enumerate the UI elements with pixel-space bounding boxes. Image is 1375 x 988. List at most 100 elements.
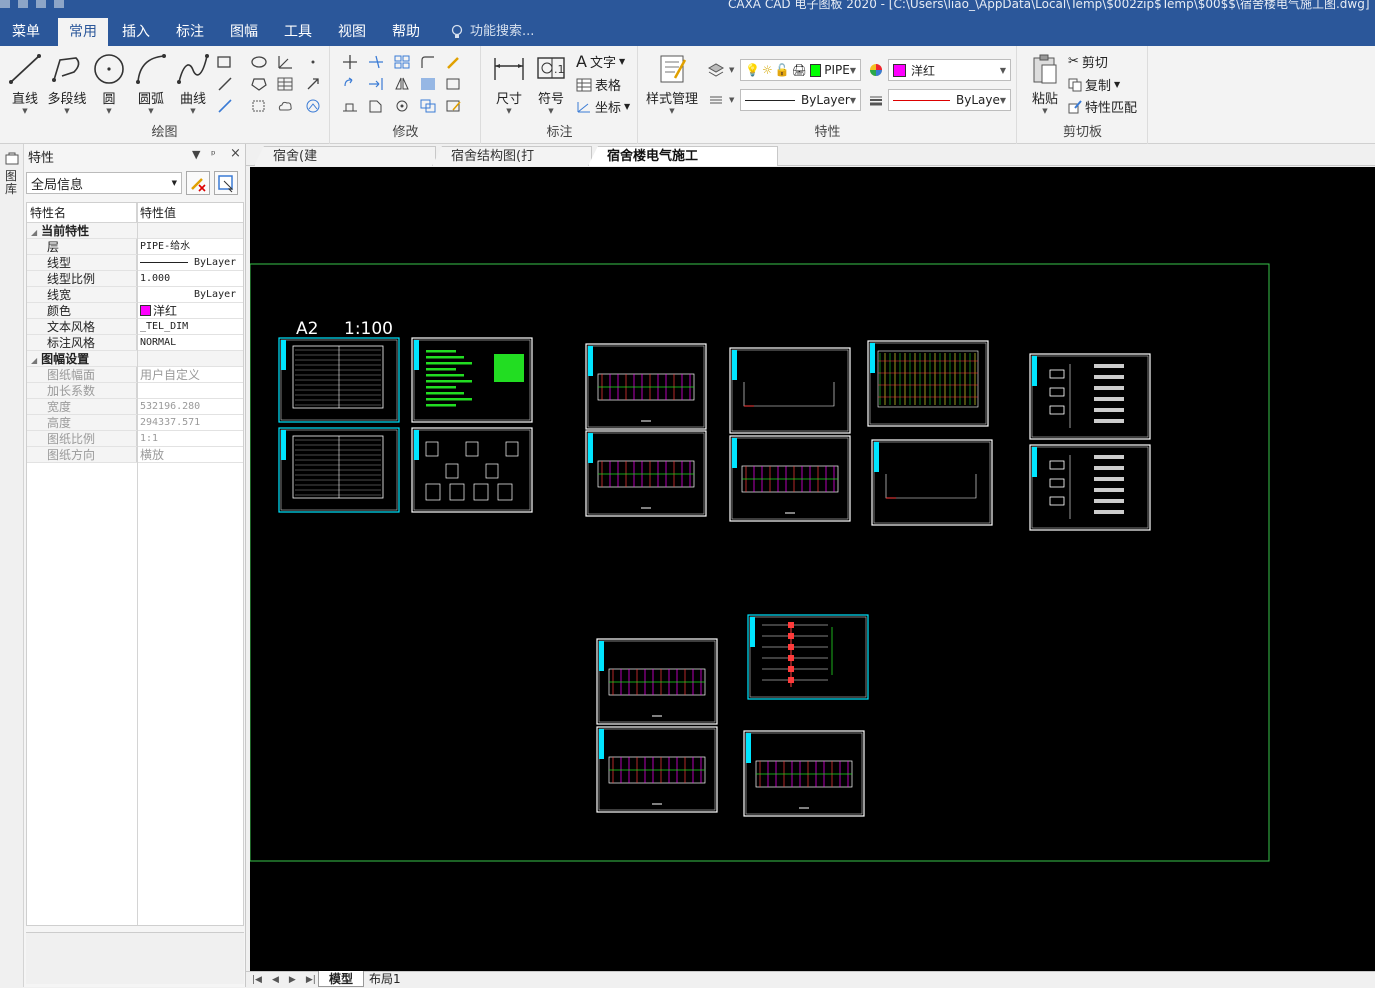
property-row-color[interactable]: 颜色 洋红	[27, 303, 243, 319]
drawing-canvas[interactable]: A2 1:100	[250, 167, 1375, 971]
array-icon[interactable]	[393, 54, 411, 70]
section-sheet-settings[interactable]: ◢ 图幅设置	[27, 351, 243, 367]
paste-button[interactable]: 粘贴 ▼	[1022, 52, 1068, 115]
property-row-layer[interactable]: 层 PIPE-给水	[27, 239, 243, 255]
layer-combo[interactable]: 💡 ☼ 🔓 🖨 PIPE ▼	[740, 59, 861, 81]
tab-model[interactable]: 模型	[318, 971, 365, 987]
property-row-linetype-scale[interactable]: 线型比例 1.000	[27, 271, 243, 287]
image-icon[interactable]	[304, 98, 322, 114]
rectangle-icon[interactable]	[216, 54, 234, 70]
next-layout-icon[interactable]: ▶	[289, 972, 296, 988]
qat-icon[interactable]	[18, 0, 28, 8]
cloud-icon[interactable]	[276, 98, 294, 114]
tab-layout1[interactable]: 布局1	[359, 971, 411, 987]
property-row-extend-factor[interactable]: 加长系数	[27, 383, 243, 399]
arc-button[interactable]: 圆弧 ▼	[128, 52, 174, 115]
brush-icon[interactable]	[445, 54, 463, 70]
line-button[interactable]: 直线 ▼	[2, 52, 48, 115]
doc-tab-structure[interactable]: 宿舍结构图(打图).dwg	[432, 146, 592, 166]
tab-common[interactable]: 常用	[58, 18, 108, 46]
panel-menu-icon[interactable]: ▼	[192, 148, 200, 161]
property-row-text-style[interactable]: 文本风格 _TEL_DIM	[27, 319, 243, 335]
tab-menu[interactable]: 菜单	[2, 18, 50, 46]
property-row-orientation[interactable]: 图纸方向 横放	[27, 447, 243, 463]
angle-line-icon[interactable]	[276, 54, 294, 70]
qat-icon[interactable]	[54, 0, 64, 8]
refresh-icon[interactable]	[393, 98, 411, 114]
hatch-icon[interactable]	[216, 76, 234, 92]
symbol-button[interactable]: .1 符号 ▼	[528, 52, 574, 115]
layer-manager-icon[interactable]	[707, 62, 725, 78]
tab-tools[interactable]: 工具	[274, 18, 322, 46]
property-row-linetype[interactable]: 线型 ByLayer	[27, 255, 243, 271]
tab-insert[interactable]: 插入	[112, 18, 160, 46]
arrow-icon[interactable]	[304, 76, 322, 92]
explode-icon[interactable]	[445, 76, 463, 92]
polygon-icon[interactable]	[250, 76, 268, 92]
copy-object-icon[interactable]	[419, 98, 437, 114]
feature-search[interactable]: 功能搜索...	[450, 18, 534, 46]
move-icon[interactable]	[341, 54, 359, 70]
select-objects-button[interactable]	[214, 171, 238, 195]
linetype-arrow[interactable]: ▼	[729, 96, 734, 104]
block-icon[interactable]	[250, 98, 268, 114]
table-draw-icon[interactable]	[276, 76, 294, 92]
text-button[interactable]: A 文字 ▼	[576, 52, 625, 71]
tab-sheet[interactable]: 图幅	[220, 18, 268, 46]
dimension-button[interactable]: 尺寸 ▼	[486, 52, 532, 115]
tab-view[interactable]: 视图	[328, 18, 376, 46]
library-tab[interactable]: 图库	[5, 170, 19, 196]
point-icon[interactable]	[304, 54, 322, 70]
tab-help[interactable]: 帮助	[382, 18, 430, 46]
stretch-icon[interactable]	[341, 98, 359, 114]
library-icon[interactable]	[4, 152, 20, 166]
layer-manager-arrow[interactable]: ▼	[729, 66, 734, 74]
polyline-button[interactable]: 多段线 ▼	[44, 52, 90, 115]
lineweight-combo[interactable]: ByLaye ▼	[888, 89, 1011, 111]
mirror-icon[interactable]	[393, 76, 411, 92]
doc-tab-electrical[interactable]: 宿舍楼电气施工图.dwg×	[588, 146, 778, 166]
curve-button[interactable]: 曲线 ▼	[170, 52, 216, 115]
scope-select[interactable]: 全局信息 ▼	[26, 172, 182, 194]
sheet-content	[445, 463, 459, 479]
property-row-sheet-size[interactable]: 图纸幅面 用户自定义	[27, 367, 243, 383]
property-row-lineweight[interactable]: 线宽 ByLayer	[27, 287, 243, 303]
trim-icon[interactable]	[367, 54, 385, 70]
offset-icon[interactable]	[367, 98, 385, 114]
property-row-sheet-scale[interactable]: 图纸比例 1:1	[27, 431, 243, 447]
style-manager-icon	[660, 55, 687, 83]
section-current-properties[interactable]: ◢ 当前特性	[27, 223, 243, 239]
prev-layout-icon[interactable]: ◀	[272, 972, 279, 988]
copy-button[interactable]: 复制 ▼	[1068, 75, 1120, 94]
close-icon[interactable]: ×	[230, 146, 241, 161]
property-row-height[interactable]: 高度 294337.571	[27, 415, 243, 431]
edit-icon[interactable]	[445, 98, 463, 114]
property-row-dim-style[interactable]: 标注风格 NORMAL	[27, 335, 243, 351]
lineweight-icon[interactable]	[867, 92, 885, 108]
last-layout-icon[interactable]: ▶|	[306, 972, 316, 988]
coordinate-button[interactable]: 坐标 ▼	[576, 97, 630, 116]
pin-icon[interactable]: ᵖ	[211, 148, 216, 161]
match-properties-button[interactable]: 特性匹配	[1068, 97, 1137, 116]
fillet-icon[interactable]	[419, 54, 437, 70]
cut-button[interactable]: ✂ 剪切	[1068, 52, 1108, 71]
linetype-icon[interactable]	[707, 92, 725, 108]
circle-button[interactable]: 圆 ▼	[86, 52, 132, 115]
rotate-icon[interactable]	[341, 76, 359, 92]
quick-select-button[interactable]	[186, 171, 210, 195]
construction-line-icon[interactable]	[216, 98, 234, 114]
tab-annotate[interactable]: 标注	[166, 18, 214, 46]
table-button[interactable]: 表格	[576, 75, 621, 94]
color-combo[interactable]: 洋红 ▼	[888, 59, 1011, 81]
linetype-combo[interactable]: ByLayer ▼	[740, 89, 861, 111]
first-layout-icon[interactable]: |◀	[252, 972, 262, 988]
qat-icon[interactable]	[0, 0, 10, 8]
property-row-width[interactable]: 宽度 532196.280	[27, 399, 243, 415]
scale-icon[interactable]	[419, 76, 437, 92]
qat-icon[interactable]	[36, 0, 46, 8]
color-wheel-icon[interactable]	[867, 62, 885, 78]
ellipse-icon[interactable]	[250, 54, 268, 70]
extend-icon[interactable]	[367, 76, 385, 92]
doc-tab-architecture[interactable]: 宿舍(建筑)-0219_t6.dwg	[254, 146, 436, 166]
style-manager-button[interactable]: 样式管理 ▼	[643, 52, 701, 115]
